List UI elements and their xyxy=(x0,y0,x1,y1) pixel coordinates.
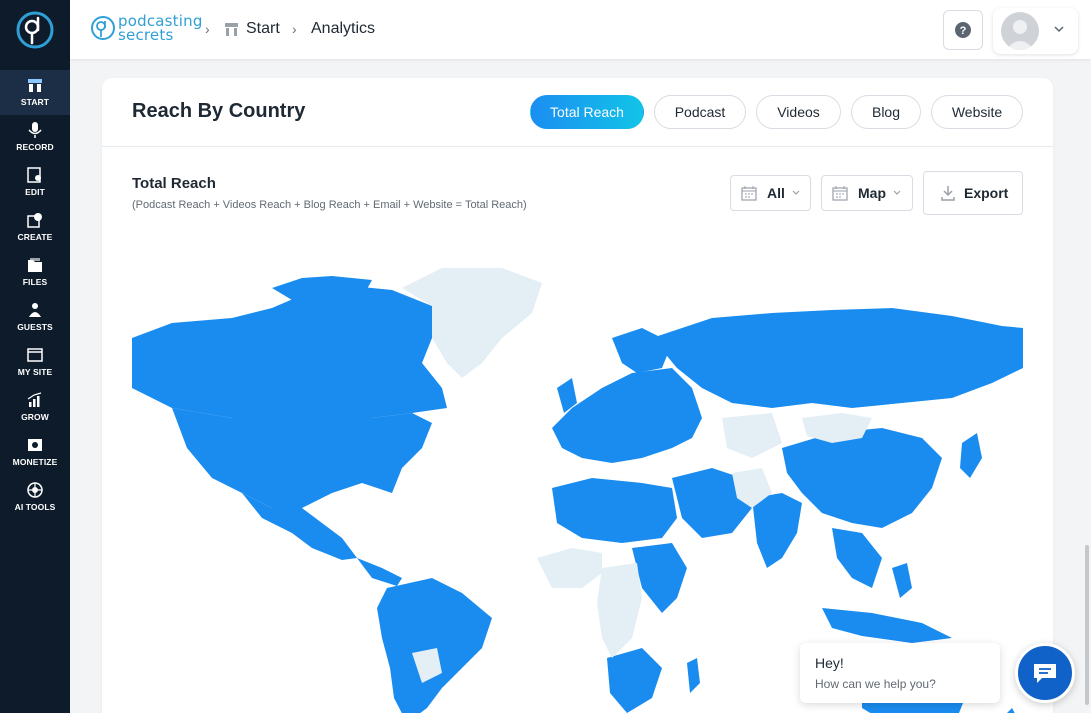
country-madagascar xyxy=(687,658,700,693)
chevron-right-icon: › xyxy=(205,21,210,37)
country-kazakhstan xyxy=(722,413,782,458)
brand-logo-icon xyxy=(91,16,115,40)
country-north-africa xyxy=(552,478,677,543)
podcasting-secrets-logo-icon[interactable] xyxy=(15,10,55,50)
chevron-down-icon xyxy=(893,190,901,195)
export-label: Export xyxy=(964,185,1009,201)
country-canada xyxy=(132,286,447,418)
sidebar-item-label: FILES xyxy=(22,277,48,287)
country-usa xyxy=(172,408,432,508)
brand-logo[interactable]: podcasting secrets xyxy=(90,11,202,45)
country-central-africa xyxy=(597,563,642,658)
section-description: (Podcast Reach + Videos Reach + Blog Rea… xyxy=(132,199,527,211)
download-icon xyxy=(941,186,955,201)
sidebar-item-files[interactable]: FILES xyxy=(0,250,70,295)
top-header: podcasting secrets › Start › Analytics ? xyxy=(70,0,1091,59)
sidebar-item-monetize[interactable]: MONETIZE xyxy=(0,430,70,475)
section-title: Total Reach xyxy=(132,175,216,192)
edit-icon xyxy=(27,167,41,183)
calendar-icon xyxy=(832,186,848,201)
files-icon xyxy=(28,258,42,272)
breadcrumb-current: Analytics xyxy=(311,20,376,37)
sidebar: START RECORD EDIT CREATE FILES GUESTS MY… xyxy=(0,0,70,713)
sidebar-item-my-site[interactable]: MY SITE xyxy=(0,340,70,385)
divider xyxy=(102,146,1053,147)
country-china xyxy=(782,428,942,528)
country-europe xyxy=(552,368,702,463)
reach-by-country-card: Reach By Country Total Reach Podcast Vid… xyxy=(102,78,1053,713)
breadcrumb-start[interactable]: Start xyxy=(246,20,280,38)
view-filter-value: Map xyxy=(858,185,886,201)
sidebar-item-label: MY SITE xyxy=(17,367,53,377)
sidebar-item-label: START xyxy=(20,97,50,107)
chat-greeting: Hey! xyxy=(815,655,844,671)
avatar-placeholder-icon xyxy=(1006,20,1034,50)
chevron-right-icon: › xyxy=(292,21,297,37)
start-icon xyxy=(225,23,238,36)
sidebar-item-label: GROW xyxy=(21,412,49,422)
country-russia xyxy=(652,308,1023,408)
help-icon: ? xyxy=(955,22,971,38)
country-indonesia xyxy=(822,608,952,643)
sidebar-item-guests[interactable]: GUESTS xyxy=(0,295,70,340)
start-icon xyxy=(28,79,42,92)
ai-tools-icon xyxy=(27,482,43,498)
sidebar-item-edit[interactable]: EDIT xyxy=(0,160,70,205)
sidebar-item-grow[interactable]: GROW xyxy=(0,385,70,430)
create-icon xyxy=(27,213,42,228)
microphone-icon xyxy=(28,122,42,138)
tab-videos[interactable]: Videos xyxy=(756,95,841,129)
country-south-america xyxy=(377,578,492,713)
my-site-icon xyxy=(27,348,43,362)
grow-icon xyxy=(27,392,42,407)
avatar xyxy=(1001,12,1039,50)
svg-text:?: ? xyxy=(960,25,967,37)
chat-greeting-bubble[interactable]: Hey! How can we help you? xyxy=(800,643,1000,703)
sidebar-item-label: GUESTS xyxy=(17,322,53,332)
country-central-america xyxy=(357,558,402,586)
sidebar-item-label: EDIT xyxy=(25,187,45,197)
sidebar-item-label: AI TOOLS xyxy=(14,502,56,512)
sidebar-item-start[interactable]: START xyxy=(0,70,70,115)
calendar-icon xyxy=(741,186,757,201)
guests-icon xyxy=(29,303,41,317)
monetize-icon xyxy=(28,439,42,451)
country-japan xyxy=(960,433,982,478)
date-filter-value: All xyxy=(767,185,785,201)
sidebar-item-label: RECORD xyxy=(16,142,54,152)
tab-blog[interactable]: Blog xyxy=(851,95,921,129)
country-west-africa xyxy=(537,548,602,588)
sidebar-item-ai-tools[interactable]: AI TOOLS xyxy=(0,475,70,520)
card-title: Reach By Country xyxy=(132,100,306,122)
sidebar-item-record[interactable]: RECORD xyxy=(0,115,70,160)
tab-podcast[interactable]: Podcast xyxy=(654,95,746,129)
scrollbar[interactable] xyxy=(1085,545,1089,705)
help-button[interactable]: ? xyxy=(943,10,983,50)
sidebar-item-create[interactable]: CREATE xyxy=(0,205,70,250)
view-filter-dropdown[interactable]: Map xyxy=(821,175,913,211)
country-southern-africa xyxy=(607,648,662,713)
brand-name-line2: secrets xyxy=(118,26,174,44)
country-india xyxy=(752,493,802,568)
user-menu-button[interactable] xyxy=(993,8,1078,54)
chat-launcher-button[interactable] xyxy=(1015,643,1075,703)
chevron-down-icon xyxy=(792,190,800,195)
tab-website[interactable]: Website xyxy=(931,95,1023,129)
country-philippines xyxy=(892,563,912,598)
chat-icon xyxy=(1034,664,1056,683)
chat-prompt: How can we help you? xyxy=(815,677,936,691)
sidebar-item-label: MONETIZE xyxy=(12,457,58,467)
country-new-zealand xyxy=(1007,708,1015,713)
date-filter-dropdown[interactable]: All xyxy=(730,175,811,211)
tab-total-reach[interactable]: Total Reach xyxy=(530,95,644,129)
country-southeast-asia xyxy=(832,528,882,588)
sidebar-item-label: CREATE xyxy=(17,232,53,242)
export-button[interactable]: Export xyxy=(923,171,1023,215)
chevron-down-icon xyxy=(1054,26,1064,33)
